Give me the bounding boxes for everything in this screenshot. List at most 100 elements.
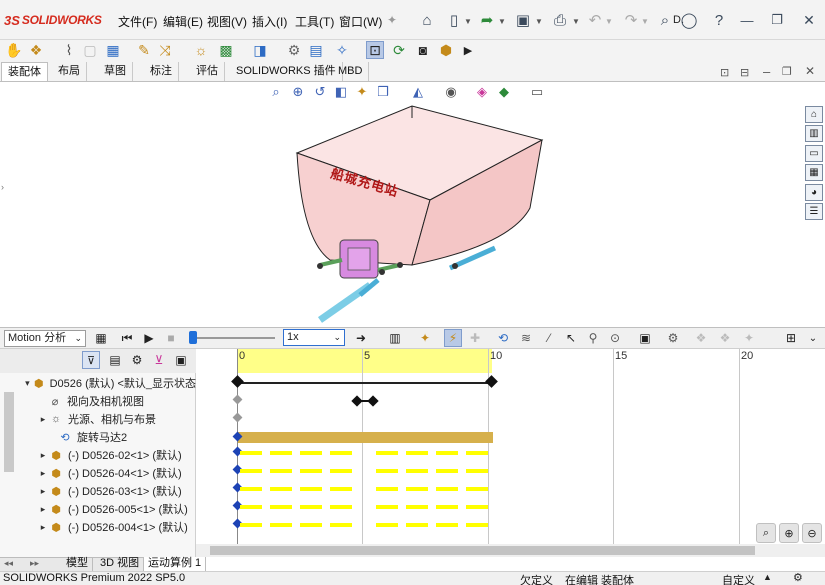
expand-arrow-icon[interactable]: ▸ <box>38 486 48 497</box>
stop-icon[interactable]: ■ <box>162 329 180 347</box>
save-icon[interactable]: ▣ <box>514 11 532 29</box>
filter-results-icon[interactable]: ▣ <box>172 351 190 369</box>
display-settings-icon[interactable]: ▭ <box>529 84 545 100</box>
tab-layout[interactable]: 布局 <box>52 62 87 81</box>
menu-window[interactable]: 窗口(W) <box>339 13 382 30</box>
tree-item-lights[interactable]: ▸ ☼ 光源、相机与布景 <box>0 410 196 428</box>
file-explorer-icon[interactable]: ▭ <box>805 145 823 162</box>
new-document-icon[interactable]: ▯ <box>445 11 463 29</box>
large-assembly-icon[interactable]: ⬢ <box>437 41 455 59</box>
results-icon[interactable]: ▣ <box>636 329 654 347</box>
home-icon[interactable]: ⌂ <box>805 106 823 123</box>
close-doc-icon[interactable]: ✕ <box>805 64 815 78</box>
chevron-down-icon[interactable]: ▼ <box>641 17 649 26</box>
tab-3d-view[interactable]: 3D 视图 <box>96 557 145 571</box>
hopper-model[interactable] <box>290 100 555 330</box>
chevron-down-icon[interactable]: ▼ <box>464 17 472 26</box>
chevron-down-icon[interactable]: ▼ <box>498 17 506 26</box>
chevron-up-icon[interactable]: ▲ <box>763 572 772 582</box>
expand-arrow-icon[interactable]: ▸ <box>38 504 48 515</box>
collapse-arrow-icon[interactable]: ▾ <box>23 378 32 389</box>
tree-item-part[interactable]: ▸ ⬢ (-) D0526-02<1> (默认) <box>0 446 196 464</box>
tab-markup[interactable]: 标注 <box>144 62 179 81</box>
bill-of-materials-icon[interactable]: ▤ <box>307 41 325 59</box>
menu-file[interactable]: 文件(F) <box>118 13 157 30</box>
play-icon[interactable]: ▶ <box>140 329 158 347</box>
minimize-doc-icon[interactable]: – <box>763 64 770 79</box>
calculate-icon[interactable]: ▦ <box>92 329 110 347</box>
zoom-area-icon[interactable]: ⊕ <box>290 84 306 100</box>
restore-doc-icon[interactable]: ❐ <box>782 65 792 78</box>
tree-root[interactable]: ▾ ⬢ D0526 (默认) <默认_显示状态 <box>0 374 196 392</box>
filter-icon[interactable]: ⊽ <box>82 351 100 369</box>
animation-wizard-icon[interactable]: ✦ <box>416 329 434 347</box>
contact-icon[interactable]: ⚲ <box>584 329 602 347</box>
zoom-in-icon[interactable]: ⊕ <box>779 523 799 543</box>
export-icon[interactable]: ❖ <box>692 329 710 347</box>
collapse-icon[interactable]: ⌄ <box>804 329 822 347</box>
exploded-view-icon[interactable]: ✧ <box>333 41 351 59</box>
tree-item-views[interactable]: ⌀ 视向及相机视图 <box>0 392 196 410</box>
tab-mbd[interactable]: MBD <box>332 62 370 81</box>
more-tools-icon[interactable]: ▶ <box>459 41 477 59</box>
playback-mode-icon[interactable]: ➜ <box>352 329 370 347</box>
snapshot-icon[interactable]: ◙ <box>414 41 432 59</box>
layout-icon[interactable]: ⊞ <box>782 329 800 347</box>
insert-component-icon[interactable]: ❖ <box>27 41 45 59</box>
chevron-down-icon[interactable]: ▼ <box>572 17 580 26</box>
damper-icon[interactable]: ⁄ <box>540 329 558 347</box>
tree-item-motor[interactable]: ⟲ 旋转马达2 <box>0 428 196 446</box>
motor-icon[interactable]: ⟲ <box>494 329 512 347</box>
assembly-features-icon[interactable]: ▩ <box>217 41 235 59</box>
menu-insert[interactable]: 插入(I) <box>252 13 287 30</box>
section-view-icon[interactable]: ◧ <box>333 84 349 100</box>
dynamic-annotation-icon[interactable]: ✦ <box>354 84 370 100</box>
minimize-icon[interactable]: — <box>738 11 756 29</box>
zoom-fit-icon[interactable]: ⊖ <box>802 523 822 543</box>
design-library-icon[interactable]: ▥ <box>805 125 823 142</box>
tree-item-part[interactable]: ▸ ⬢ (-) D0526-04<1> (默认) <box>0 464 196 482</box>
tree-scrollbar[interactable] <box>4 392 14 472</box>
tab-assembly[interactable]: 装配体 <box>1 62 48 81</box>
hide-show-icon[interactable]: ◉ <box>443 84 459 100</box>
smart-fastener-icon[interactable]: ▢ <box>81 41 99 59</box>
filter-animated-icon[interactable]: ▤ <box>106 351 124 369</box>
more-icon[interactable]: ✦ <box>740 329 758 347</box>
restore-icon[interactable]: ❐ <box>768 11 786 29</box>
appearances-icon[interactable]: ◕ <box>805 184 823 201</box>
expand-arrow-icon[interactable]: ▸ <box>38 450 48 461</box>
home-icon[interactable]: ⌂ <box>418 11 436 29</box>
status-units[interactable]: 自定义 <box>722 572 755 585</box>
move-component-icon[interactable]: ⤨ <box>156 41 174 59</box>
scroll-left-icon[interactable]: ◂◂ <box>4 558 13 569</box>
tab-evaluate[interactable]: 评估 <box>190 62 225 81</box>
menu-tools[interactable]: 工具(T) <box>295 13 334 30</box>
chevron-down-icon[interactable]: ▼ <box>605 17 613 26</box>
account-icon[interactable]: ◯ <box>680 11 698 29</box>
playback-speed-select[interactable]: 1x ⌄ <box>283 329 345 346</box>
menu-edit[interactable]: 编辑(E) <box>163 13 203 30</box>
paperclip-icon[interactable]: ⌇ <box>60 41 78 59</box>
save-animation-icon[interactable]: ▥ <box>386 329 404 347</box>
pattern-icon[interactable]: ▦ <box>104 41 122 59</box>
new-motion-study-icon[interactable]: ⚙ <box>285 41 303 59</box>
expand-arrow-icon[interactable]: ▸ <box>38 414 48 425</box>
tool-icon[interactable]: ✋ <box>5 41 23 59</box>
expand-arrow-icon[interactable]: ▸ <box>38 522 48 533</box>
spring-icon[interactable]: ≋ <box>517 329 535 347</box>
playback-slider-handle[interactable] <box>189 331 197 344</box>
play-from-start-icon[interactable]: ⏮ <box>118 329 136 347</box>
add-key-icon[interactable]: ✚ <box>466 329 484 347</box>
menu-view[interactable]: 视图(V) <box>207 13 247 30</box>
force-icon[interactable]: ↖ <box>562 329 580 347</box>
open-icon[interactable]: ➦ <box>478 11 496 29</box>
timeline-area[interactable] <box>196 349 825 544</box>
custom-properties-icon[interactable]: ☰ <box>805 203 823 220</box>
autokey-icon[interactable]: ⚡ <box>444 329 462 347</box>
chevron-down-icon[interactable]: ▼ <box>535 17 543 26</box>
view-palette-icon[interactable]: ▦ <box>805 164 823 181</box>
search-icon[interactable]: ⌕ <box>656 11 674 29</box>
study-type-select[interactable]: Motion 分析 ⌄ <box>4 330 86 347</box>
tree-item-part[interactable]: ▸ ⬢ (-) D0526-03<1> (默认) <box>0 482 196 500</box>
instant3d-icon[interactable]: ⊡ <box>366 41 384 59</box>
